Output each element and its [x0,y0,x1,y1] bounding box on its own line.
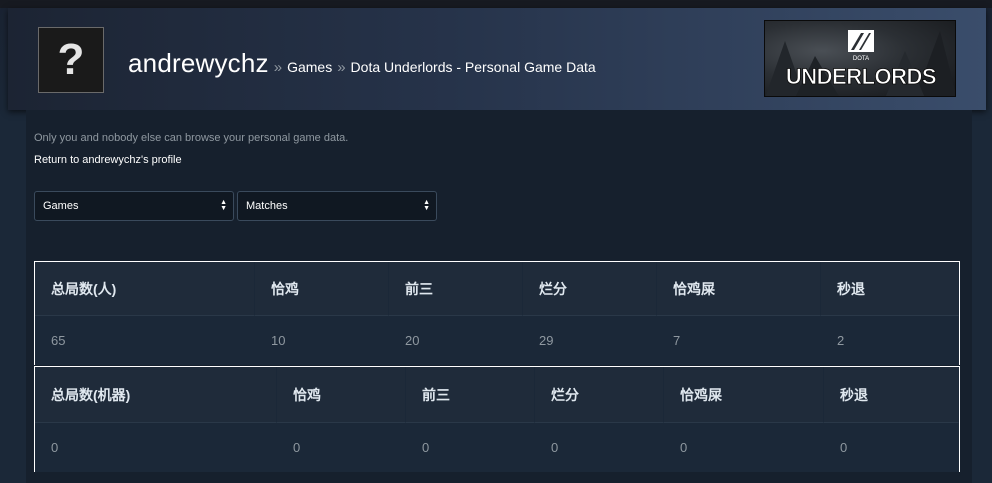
table-header-cell: 总局数(人) [35,262,255,315]
dropdown-arrows-icon: ▲ ▼ [220,199,227,212]
table-header-cell: 前三 [389,262,523,315]
table-header-cell: 恰鸡 [277,367,406,422]
table-cell: 0 [277,422,406,472]
table-header-cell: 恰鸡屎 [657,262,821,315]
question-mark-icon: ? [57,35,85,84]
logo-top-text: DOTA [853,56,869,62]
human-games-stats-table: 总局数(人) 恰鸡 前三 烂分 恰鸡屎 秒退 65 10 20 29 7 2 [34,261,960,365]
dropdown-arrows-icon: ▲ ▼ [423,199,430,212]
matches-dropdown[interactable]: Matches ▲ ▼ [237,191,437,221]
table-header-cell: 恰鸡屎 [664,367,824,422]
games-dropdown-value: Games [43,200,79,212]
return-to-profile-link[interactable]: Return to andrewychz's profile [34,154,182,166]
table-header-cell: 烂分 [535,367,664,422]
game-logo[interactable]: DOTA UNDERLORDS [764,20,956,97]
privacy-notice: Only you and nobody else can browse your… [34,132,349,144]
table-header-row: 总局数(机器) 恰鸡 前三 烂分 恰鸡屎 秒退 [35,367,959,422]
table-header-row: 总局数(人) 恰鸡 前三 烂分 恰鸡屎 秒退 [35,262,959,315]
breadcrumb-games-link[interactable]: Games [287,59,332,75]
table-header-cell: 恰鸡 [255,262,389,315]
table-cell: 0 [35,422,277,472]
matches-dropdown-value: Matches [246,200,288,212]
breadcrumb-separator: » [337,59,346,76]
table-cell: 0 [406,422,535,472]
main-content: Only you and nobody else can browse your… [26,110,972,483]
profile-header: ? andrewychz » Games » Dota Underlords -… [8,8,986,110]
underlords-logo-icon: DOTA UNDERLORDS [765,30,955,96]
table-cell: 65 [35,315,255,365]
table-row: 0 0 0 0 0 0 [35,422,959,472]
table-cell: 0 [664,422,824,472]
games-dropdown[interactable]: Games ▲ ▼ [34,191,234,221]
table-header-cell: 秒退 [821,262,959,315]
table-header-cell: 总局数(机器) [35,367,277,422]
breadcrumb: andrewychz » Games » Dota Underlords - P… [128,48,596,79]
table-cell: 0 [535,422,664,472]
bot-games-stats-table: 总局数(机器) 恰鸡 前三 烂分 恰鸡屎 秒退 0 0 0 0 0 0 [34,366,960,472]
table-header-cell: 烂分 [523,262,657,315]
table-header-cell: 秒退 [824,367,959,422]
table-cell: 29 [523,315,657,365]
avatar[interactable]: ? [38,27,104,93]
logo-main-text: UNDERLORDS [786,64,936,89]
username-link[interactable]: andrewychz [128,48,269,79]
table-cell: 2 [821,315,959,365]
table-row: 65 10 20 29 7 2 [35,315,959,365]
breadcrumb-separator: » [273,59,283,76]
top-strip [0,0,992,8]
table-header-cell: 前三 [406,367,535,422]
table-cell: 0 [824,422,959,472]
table-cell: 7 [657,315,821,365]
table-cell: 20 [389,315,523,365]
breadcrumb-current-page: Dota Underlords - Personal Game Data [350,59,596,75]
table-cell: 10 [255,315,389,365]
